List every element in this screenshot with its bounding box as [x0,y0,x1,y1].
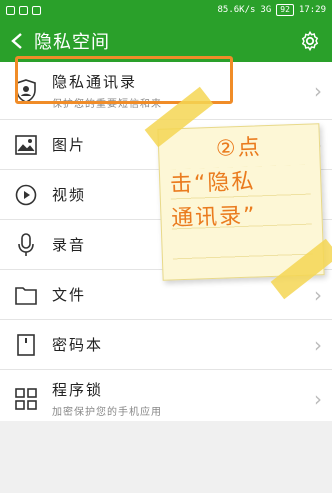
shield-person-icon [16,78,36,103]
list-item-label: 密码本 [52,336,104,354]
annotation-line: 击“隐私 [169,169,256,198]
battery-indicator: 92 [276,4,294,16]
annotation-note: ②点 击“隐私 通讯录” [144,86,332,300]
back-button[interactable] [0,20,34,62]
notebook-icon [17,333,35,356]
list-item-label: 图片 [52,136,87,154]
signal-indicator: 3G [260,5,272,15]
list-item-label: 程序锁 [52,381,104,399]
gear-icon [301,30,319,52]
clock: 17:29 [298,5,326,15]
settings-button[interactable] [298,29,322,53]
chevron-right-icon: › [314,386,322,411]
folder-icon [15,286,37,305]
status-bar: 85.6K/s 3G 92 17:29 [0,0,332,20]
list-item-label: 录音 [52,236,87,254]
annotation-text: ②点 击“隐私 通讯录” [168,130,311,237]
annotation-line: 通讯录” [170,203,258,232]
chevron-left-icon [11,33,22,49]
microphone-icon [18,232,34,256]
list-item-subtitle: 加密保护您的手机应用 [52,407,162,418]
mail-icon [32,5,41,15]
chat-icon [19,5,28,15]
chevron-right-icon: › [314,282,322,307]
app-bar: 隐私空间 [0,20,332,62]
annotation-line: ②点 [215,135,263,162]
page-title: 隐私空间 [34,32,110,53]
list-item-label: 视频 [52,186,87,204]
app-grid-icon [15,387,37,410]
chevron-right-icon: › [314,332,322,357]
list-item-subtitle: 保护您的重要短信和来 [52,99,162,110]
image-icon [15,134,37,155]
list-item-label: 隐私通讯录 [52,73,138,91]
list-item-app-lock[interactable]: 程序锁 加密保护您的手机应用 › [0,370,332,428]
empty-area [0,421,332,493]
notification-icon [6,5,15,15]
play-icon [15,184,37,205]
chevron-right-icon: › [314,78,322,103]
list-item-label: 文件 [52,286,87,304]
network-speed: 85.6K/s [217,5,256,15]
list-item-password-book[interactable]: 密码本 › [0,320,332,370]
